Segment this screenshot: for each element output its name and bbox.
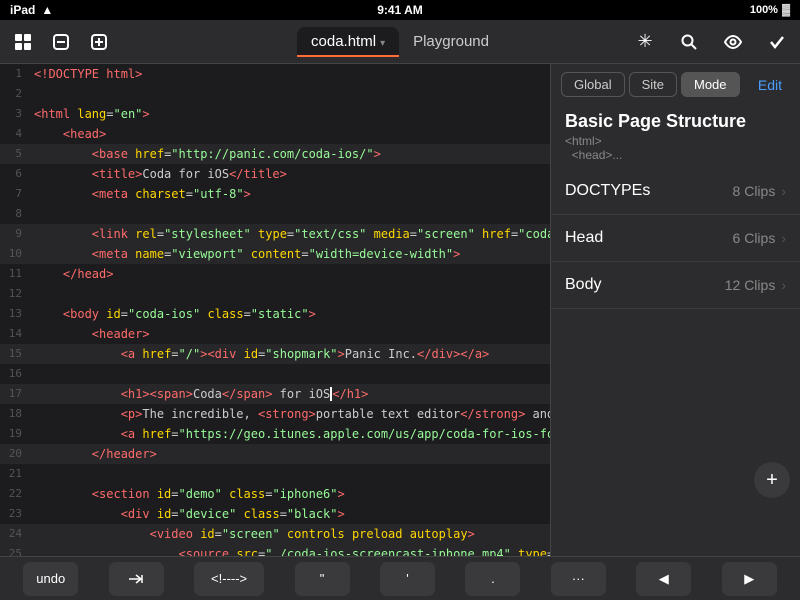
status-bar: iPad ▲ 9:41 AM 100% ▓ — [0, 0, 800, 20]
tab-arrow-icon: ▾ — [380, 38, 385, 49]
code-line-2: 2 — [0, 84, 550, 104]
code-line-18: 18 <p>The incredible, <strong>portable t… — [0, 404, 550, 424]
code-line-9: 9 <link rel="stylesheet" type="text/css"… — [0, 224, 550, 244]
code-line-14: 14 <header> — [0, 324, 550, 344]
code-lines: 1 <!DOCTYPE html> 2 3 <html lang="en"> 4… — [0, 64, 550, 556]
minus-icon[interactable] — [46, 27, 76, 57]
status-bar-time: 9:41 AM — [377, 3, 423, 17]
eye-icon[interactable] — [718, 27, 748, 57]
panel-item-list: DOCTYPEs 8 Clips › Head 6 Clips › Body 1… — [551, 168, 800, 556]
code-line-6: 6 <title>Coda for iOS</title> — [0, 164, 550, 184]
chevron-right-icon: › — [781, 230, 786, 246]
code-line-25: 25 <source src="./coda-ios-screencast-ip… — [0, 544, 550, 556]
add-clip-button[interactable]: + — [754, 462, 790, 498]
status-bar-left: iPad ▲ — [10, 3, 53, 17]
panel-tab-mode[interactable]: Mode — [681, 72, 740, 97]
period-button[interactable]: . — [465, 562, 520, 596]
battery-icon: ▓ — [782, 4, 790, 16]
toolbar-tabs: coda.html▾ Playground — [297, 27, 503, 56]
asterisk-icon[interactable]: ✳ — [630, 27, 660, 57]
code-line-4: 4 <head> — [0, 124, 550, 144]
more-button[interactable]: ··· — [551, 562, 606, 596]
undo-button[interactable]: undo — [23, 562, 78, 596]
wifi-icon: ▲ — [41, 3, 53, 17]
tab-playground[interactable]: Playground — [399, 27, 503, 56]
tab-button[interactable] — [109, 562, 164, 596]
ipad-label: iPad — [10, 3, 35, 17]
code-line-5: 5 <base href="http://panic.com/coda-ios/… — [0, 144, 550, 164]
chevron-right-icon: › — [781, 183, 786, 199]
status-bar-right: 100% ▓ — [750, 4, 790, 16]
panel-item-head[interactable]: Head 6 Clips › — [551, 215, 800, 262]
code-line-20: 20 </header> — [0, 444, 550, 464]
panel-edit-button[interactable]: Edit — [750, 73, 790, 97]
right-arrow-button[interactable]: ▶ — [722, 562, 777, 596]
code-line-15: 15 <a href="/"><div id="shopmark">Panic … — [0, 344, 550, 364]
code-line-11: 11 </head> — [0, 264, 550, 284]
code-line-17: 17 <h1><span>Coda</span> for iOS</h1> — [0, 384, 550, 404]
top-toolbar: coda.html▾ Playground ✳ — [0, 20, 800, 64]
code-line-13: 13 <body id="coda-ios" class="static"> — [0, 304, 550, 324]
tab-coda-html[interactable]: coda.html▾ — [297, 27, 399, 56]
code-editor[interactable]: 1 <!DOCTYPE html> 2 3 <html lang="en"> 4… — [0, 64, 550, 556]
panel-tabs: Global Site Mode Edit — [551, 64, 800, 101]
code-line-22: 22 <section id="demo" class="iphone6"> — [0, 484, 550, 504]
single-quote-button[interactable]: ' — [380, 562, 435, 596]
chevron-right-icon: › — [781, 277, 786, 293]
code-line-7: 7 <meta charset="utf-8"> — [0, 184, 550, 204]
toolbar-left — [8, 27, 289, 57]
panel-item-body[interactable]: Body 12 Clips › — [551, 262, 800, 309]
battery-label: 100% — [750, 4, 778, 16]
search-icon[interactable] — [674, 27, 704, 57]
panel-title: Basic Page Structure — [565, 111, 786, 132]
code-line-10: 10 <meta name="viewport" content="width=… — [0, 244, 550, 264]
code-line-19: 19 <a href="https://geo.itunes.apple.com… — [0, 424, 550, 444]
panel-tab-global[interactable]: Global — [561, 72, 625, 97]
code-line-12: 12 — [0, 284, 550, 304]
code-line-16: 16 — [0, 364, 550, 384]
code-line-24: 24 <video id="screen" controls preload a… — [0, 524, 550, 544]
panel-item-doctypes[interactable]: DOCTYPEs 8 Clips › — [551, 168, 800, 215]
left-arrow-button[interactable]: ◀ — [636, 562, 691, 596]
bottom-toolbar: undo <!----> " ' . ··· ◀ ▶ — [0, 556, 800, 600]
code-line-8: 8 — [0, 204, 550, 224]
main-content: 1 <!DOCTYPE html> 2 3 <html lang="en"> 4… — [0, 64, 800, 556]
code-line-1: 1 <!DOCTYPE html> — [0, 64, 550, 84]
toolbar-right: ✳ — [511, 27, 792, 57]
panel-tab-site[interactable]: Site — [629, 72, 677, 97]
code-line-21: 21 — [0, 464, 550, 484]
panel-header: Basic Page Structure <html> <head>... — [551, 101, 800, 168]
grid-icon[interactable] — [8, 27, 38, 57]
code-line-3: 3 <html lang="en"> — [0, 104, 550, 124]
panel-subtitle: <html> <head>... — [565, 134, 786, 162]
check-icon[interactable] — [762, 27, 792, 57]
code-line-23: 23 <div id="device" class="black"> — [0, 504, 550, 524]
add-tab-icon[interactable] — [84, 27, 114, 57]
double-quote-button[interactable]: " — [295, 562, 350, 596]
comment-button[interactable]: <!----> — [194, 562, 264, 596]
right-panel: Global Site Mode Edit Basic Page Structu… — [550, 64, 800, 556]
